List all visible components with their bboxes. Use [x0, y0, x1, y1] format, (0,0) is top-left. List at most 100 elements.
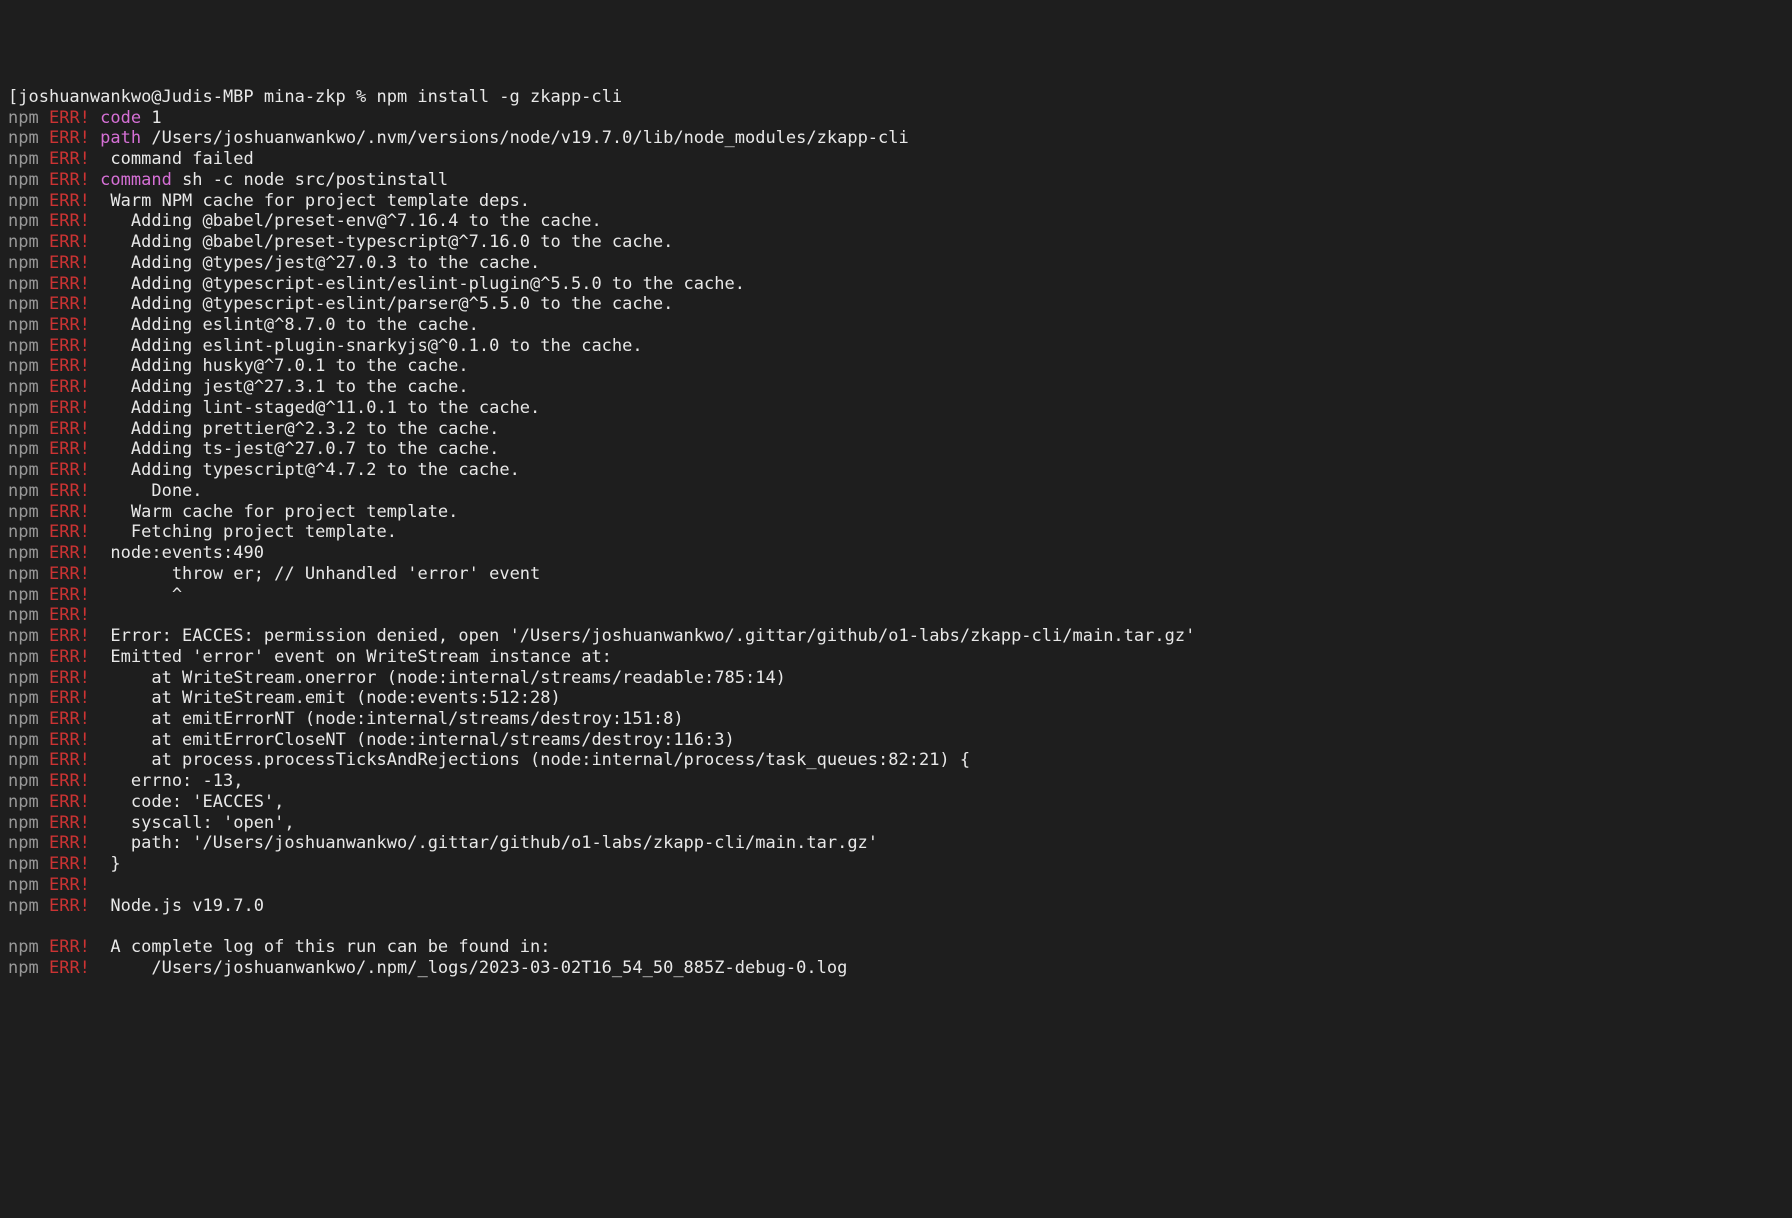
output-line: npm ERR! code 1: [8, 108, 1784, 129]
err-label: ERR!: [49, 937, 90, 957]
err-label: ERR!: [49, 170, 90, 190]
err-label: ERR!: [49, 647, 90, 667]
err-label: ERR!: [49, 149, 90, 169]
error-value: sh -c node src/postinstall: [172, 170, 448, 190]
error-text: Error: EACCES: permission denied, open '…: [100, 626, 1195, 646]
output-line: npm ERR! syscall: 'open',: [8, 813, 1784, 834]
npm-label: npm: [8, 502, 39, 522]
output-line: npm ERR! at WriteStream.onerror (node:in…: [8, 668, 1784, 689]
err-label: ERR!: [49, 232, 90, 252]
npm-label: npm: [8, 730, 39, 750]
error-text: throw er; // Unhandled 'error' event: [100, 564, 540, 584]
npm-label: npm: [8, 709, 39, 729]
error-text: Emitted 'error' event on WriteStream ins…: [100, 647, 612, 667]
error-text: Adding husky@^7.0.1 to the cache.: [100, 356, 468, 376]
output-line: npm ERR! Adding jest@^27.3.1 to the cach…: [8, 377, 1784, 398]
err-label: ERR!: [49, 543, 90, 563]
error-text: syscall: 'open',: [100, 813, 294, 833]
npm-label: npm: [8, 170, 39, 190]
error-text: code: 'EACCES',: [100, 792, 284, 812]
err-label: ERR!: [49, 730, 90, 750]
prompt-line: [joshuanwankwo@Judis-MBP mina-zkp % npm …: [8, 87, 1784, 108]
error-text: Adding @babel/preset-typescript@^7.16.0 …: [100, 232, 673, 252]
npm-label: npm: [8, 833, 39, 853]
output-line: npm ERR! at emitErrorNT (node:internal/s…: [8, 709, 1784, 730]
output-line: npm ERR! Adding @babel/preset-env@^7.16.…: [8, 211, 1784, 232]
output-line: npm ERR! path /Users/joshuanwankwo/.nvm/…: [8, 128, 1784, 149]
output-line: npm ERR! Adding husky@^7.0.1 to the cach…: [8, 356, 1784, 377]
error-key: command: [100, 170, 172, 190]
err-label: ERR!: [49, 833, 90, 853]
output-line: npm ERR! command sh -c node src/postinst…: [8, 170, 1784, 191]
error-text: at process.processTicksAndRejections (no…: [100, 750, 970, 770]
err-label: ERR!: [49, 108, 90, 128]
err-label: ERR!: [49, 336, 90, 356]
err-label: ERR!: [49, 605, 90, 625]
npm-label: npm: [8, 564, 39, 584]
output-line: npm ERR! Adding ts-jest@^27.0.7 to the c…: [8, 439, 1784, 460]
npm-label: npm: [8, 896, 39, 916]
npm-label: npm: [8, 813, 39, 833]
error-text: node:events:490: [100, 543, 264, 563]
err-label: ERR!: [49, 481, 90, 501]
output-line: npm ERR!: [8, 605, 1784, 626]
prompt-text: joshuanwankwo@Judis-MBP mina-zkp %: [18, 87, 376, 107]
npm-label: npm: [8, 543, 39, 563]
output-line: npm ERR!: [8, 875, 1784, 896]
npm-label: npm: [8, 377, 39, 397]
error-text: Done.: [100, 481, 202, 501]
npm-label: npm: [8, 211, 39, 231]
err-label: ERR!: [49, 253, 90, 273]
error-text: Warm NPM cache for project template deps…: [100, 191, 530, 211]
err-label: ERR!: [49, 875, 90, 895]
output-line: npm ERR! path: '/Users/joshuanwankwo/.gi…: [8, 833, 1784, 854]
npm-label: npm: [8, 315, 39, 335]
err-label: ERR!: [49, 191, 90, 211]
npm-label: npm: [8, 439, 39, 459]
npm-label: npm: [8, 253, 39, 273]
output-line: npm ERR! Adding @types/jest@^27.0.3 to t…: [8, 253, 1784, 274]
npm-label: npm: [8, 647, 39, 667]
err-label: ERR!: [49, 750, 90, 770]
error-text: at WriteStream.emit (node:events:512:28): [100, 688, 561, 708]
error-text: A complete log of this run can be found …: [100, 937, 550, 957]
err-label: ERR!: [49, 668, 90, 688]
error-text: Warm cache for project template.: [100, 502, 458, 522]
error-text: errno: -13,: [100, 771, 243, 791]
error-text: at emitErrorCloseNT (node:internal/strea…: [100, 730, 735, 750]
error-text: command failed: [100, 149, 254, 169]
err-label: ERR!: [49, 854, 90, 874]
error-text: Adding @typescript-eslint/parser@^5.5.0 …: [100, 294, 673, 314]
npm-label: npm: [8, 937, 39, 957]
err-label: ERR!: [49, 460, 90, 480]
npm-label: npm: [8, 688, 39, 708]
npm-label: npm: [8, 294, 39, 314]
output-line: npm ERR! ^: [8, 585, 1784, 606]
output-line: npm ERR! Adding lint-staged@^11.0.1 to t…: [8, 398, 1784, 419]
error-text: Adding eslint-plugin-snarkyjs@^0.1.0 to …: [100, 336, 642, 356]
output-line: npm ERR! node:events:490: [8, 543, 1784, 564]
command-text: npm install -g zkapp-cli: [376, 87, 622, 107]
error-text: at WriteStream.onerror (node:internal/st…: [100, 668, 786, 688]
err-label: ERR!: [49, 585, 90, 605]
error-text: Adding eslint@^8.7.0 to the cache.: [100, 315, 479, 335]
npm-label: npm: [8, 460, 39, 480]
npm-label: npm: [8, 108, 39, 128]
output-line: npm ERR! Warm NPM cache for project temp…: [8, 191, 1784, 212]
err-label: ERR!: [49, 439, 90, 459]
err-label: ERR!: [49, 398, 90, 418]
error-key: path: [100, 128, 141, 148]
npm-label: npm: [8, 522, 39, 542]
error-text: Adding @babel/preset-env@^7.16.4 to the …: [100, 211, 602, 231]
npm-label: npm: [8, 232, 39, 252]
output-line: npm ERR! Emitted 'error' event on WriteS…: [8, 647, 1784, 668]
prompt-bracket: [: [8, 87, 18, 107]
npm-label: npm: [8, 336, 39, 356]
output-line: npm ERR! throw er; // Unhandled 'error' …: [8, 564, 1784, 585]
output-line: npm ERR! Adding @babel/preset-typescript…: [8, 232, 1784, 253]
output-line: npm ERR! Adding eslint@^8.7.0 to the cac…: [8, 315, 1784, 336]
terminal-output[interactable]: [joshuanwankwo@Judis-MBP mina-zkp % npm …: [8, 87, 1784, 979]
error-text: Adding typescript@^4.7.2 to the cache.: [100, 460, 520, 480]
err-label: ERR!: [49, 211, 90, 231]
err-label: ERR!: [49, 771, 90, 791]
